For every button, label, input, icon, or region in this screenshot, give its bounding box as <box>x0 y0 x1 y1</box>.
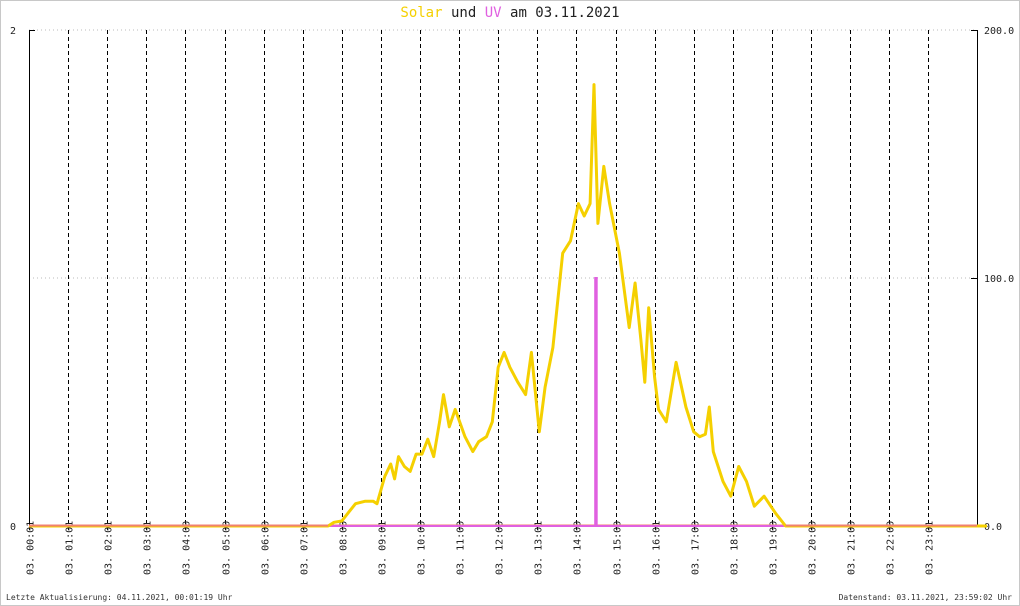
series-uv-line <box>29 277 987 527</box>
x-tick-label: 03. 14:00 <box>573 521 584 575</box>
x-tick-label: 03. 07:01 <box>300 521 311 575</box>
x-tick-label: 03. 17:00 <box>691 521 702 575</box>
series-solar-line <box>29 83 987 528</box>
x-tick-label: 03. 18:00 <box>730 521 741 575</box>
right-tick-label: 100.0 <box>984 274 1014 285</box>
x-tick-label: 03. 21:00 <box>847 521 858 575</box>
footer-data-status: Datenstand: 03.11.2021, 23:59:02 Uhr <box>838 593 1012 602</box>
x-tick-label: 03. 08:00 <box>339 521 350 575</box>
chart-plot: 03. 00:01 03. 01:01 03. 02:01 03. 03:01 03. … <box>10 26 1014 575</box>
right-tick-label: 200.0 <box>984 26 1014 37</box>
x-tick-label: 03. 04:00 <box>182 521 193 575</box>
x-tick-label: 03. 03:01 <box>143 521 154 575</box>
x-tick-label: 03. 20:00 <box>808 521 819 575</box>
x-tick-label: 03. 15:00 <box>613 521 624 575</box>
x-tick-label: 03. 23:01 <box>925 521 936 575</box>
x-tick-label: 03. 09:01 <box>378 521 389 575</box>
x-tick-label: 03. 12:00 <box>495 521 506 575</box>
x-tick-label: 03. 02:01 <box>104 521 115 575</box>
x-tick-label: 03. 11:00 <box>456 521 467 575</box>
left-tick-label: 2 <box>10 26 16 37</box>
x-tick-label: 03. 00:01 <box>26 521 37 575</box>
x-tick-label: 03. 10:00 <box>417 521 428 575</box>
x-tick-label: 03. 05:00 <box>222 521 233 575</box>
x-tick-label: 03. 13:01 <box>534 521 545 575</box>
x-tick-label: 03. 19:00 <box>769 521 780 575</box>
x-tick-label: 03. 06:00 <box>261 521 272 575</box>
footer-last-update: Letzte Aktualisierung: 04.11.2021, 00:01… <box>6 593 233 602</box>
x-tick-label: 03. 22:00 <box>886 521 897 575</box>
x-tick-label: 03. 16:01 <box>652 521 663 575</box>
left-tick-label: 0 <box>10 522 16 533</box>
x-tick-label: 03. 01:01 <box>65 521 76 575</box>
